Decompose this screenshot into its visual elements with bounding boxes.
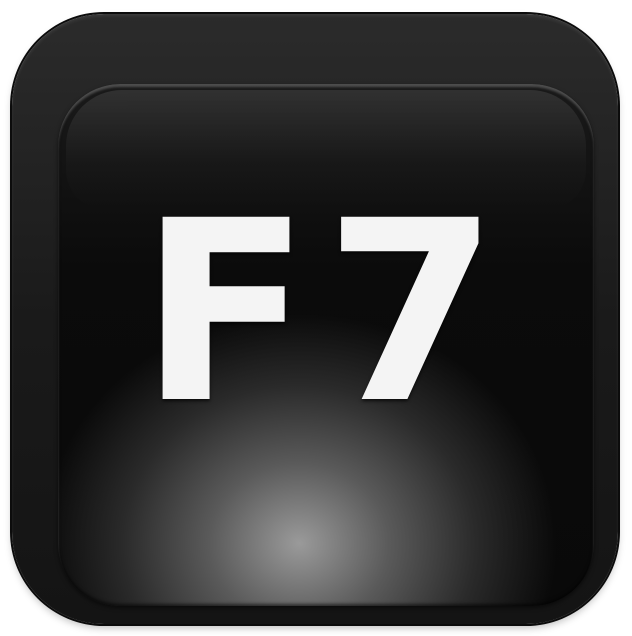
icon-canvas: F7	[0, 0, 632, 636]
key-cap: F7	[58, 84, 594, 606]
key-label: F7	[139, 167, 513, 458]
function-key-icon: F7	[12, 14, 618, 624]
